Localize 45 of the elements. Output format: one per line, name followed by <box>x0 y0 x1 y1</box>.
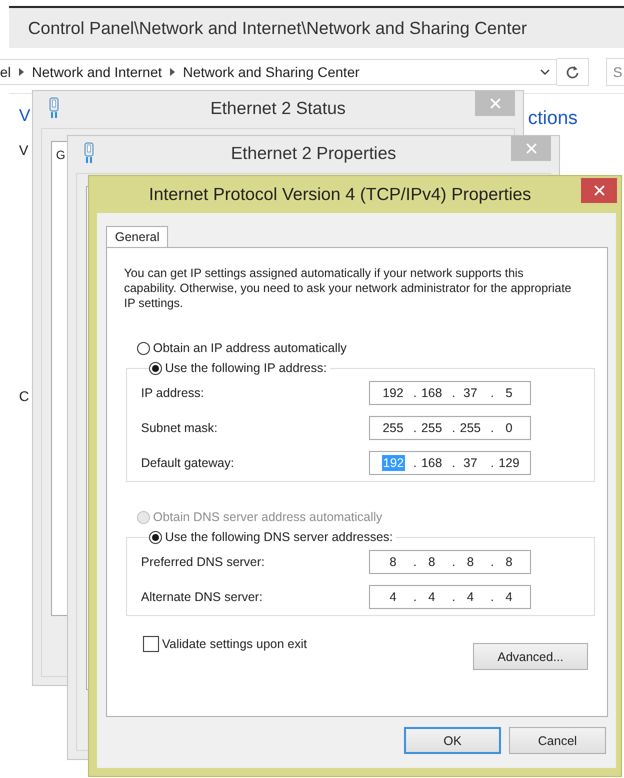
dialog-button[interactable]: Cancel <box>509 727 606 754</box>
radio-button[interactable] <box>137 342 150 354</box>
refresh-button[interactable] <box>557 58 589 86</box>
advanced-button[interactable]: Advanced... <box>473 643 588 670</box>
ip-address-field[interactable]: 8 . 8 . 8 . 8 <box>369 550 531 574</box>
page-text: V <box>19 142 30 158</box>
tab[interactable]: General <box>106 226 168 248</box>
ip-address-field[interactable]: 192 . 168 . 37 . 129 <box>369 451 531 475</box>
radio-label: Obtain DNS server address automatically <box>153 510 382 524</box>
chevron-down-icon <box>540 69 550 75</box>
window-title: Ethernet 2 Status <box>210 98 346 119</box>
network-adapter-icon <box>49 97 59 119</box>
radio-label: Use the following IP address: <box>165 361 327 375</box>
close-button[interactable] <box>581 178 617 203</box>
ip-address-field[interactable]: 192 . 168 . 37 . 5 <box>369 381 531 405</box>
network-adapter-icon <box>84 142 94 164</box>
search-field[interactable]: S <box>606 58 624 86</box>
ip-address-field[interactable]: 255 . 255 . 255 . 0 <box>369 416 531 440</box>
page-text: C <box>19 388 30 404</box>
address-bar[interactable]: el Network and Internet Network and Sharing Center <box>0 59 557 85</box>
tab-label[interactable]: G <box>56 148 66 162</box>
radio-label: Use the following DNS server addresses: <box>165 530 393 544</box>
radio-button[interactable] <box>149 530 162 544</box>
ip-address-field[interactable]: 4 . 4 . 4 . 4 <box>369 585 531 609</box>
breadcrumb-arrow-icon <box>170 68 175 76</box>
refresh-icon <box>566 65 579 79</box>
field-label: Alternate DNS server: <box>141 590 263 604</box>
field-label: Preferred DNS server: <box>141 555 265 569</box>
link[interactable]: V <box>19 106 30 126</box>
radio-button[interactable] <box>149 362 162 374</box>
window-title: Control Panel\Network and Internet\Network and Sharing Center <box>28 18 528 38</box>
checkbox-label: Validate settings upon exit <box>162 637 308 651</box>
field-label: Default gateway: <box>141 456 234 470</box>
dialog-button[interactable]: OK <box>404 727 501 754</box>
close-icon <box>594 185 604 196</box>
breadcrumb-arrow-icon <box>18 68 24 76</box>
close-icon <box>526 143 536 154</box>
field-label: Subnet mask: <box>141 421 218 435</box>
close-icon <box>490 98 500 109</box>
radio-label: Obtain an IP address automatically <box>153 341 347 355</box>
checkbox[interactable] <box>143 636 159 652</box>
description-text: You can get IP settings assigned automatically if your network supports this capability. Otherwise, you need to ask your network administrator for the appropriate IP settings. <box>124 266 572 311</box>
window-title: Ethernet 2 Properties <box>230 143 396 164</box>
field-label: IP address: <box>141 386 204 400</box>
window-title: Internet Protocol Version 4 (TCP/IPv4) Properties <box>148 184 532 204</box>
